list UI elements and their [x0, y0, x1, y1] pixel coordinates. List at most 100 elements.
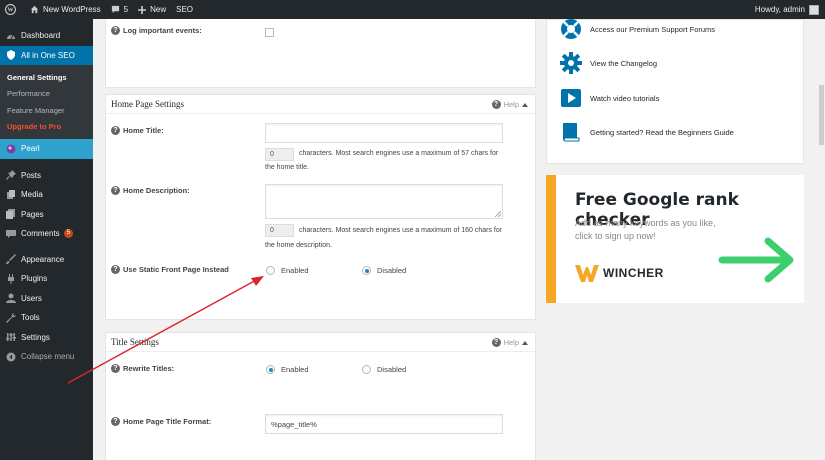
- gear-icon: [560, 52, 582, 74]
- rewrite-titles-enabled-radio[interactable]: Enabled: [266, 365, 309, 374]
- support-links-panel: Access our Premium Support Forums View t…: [546, 19, 804, 164]
- sidebar-item-label: Tools: [21, 313, 40, 323]
- sidebar-item-settings[interactable]: Settings: [0, 328, 93, 348]
- users-icon: [6, 293, 16, 304]
- sidebar-item-appearance[interactable]: Appearance: [0, 250, 93, 270]
- radio-label: Enabled: [281, 266, 309, 275]
- greeting: Howdy, admin: [754, 5, 805, 14]
- help-toggle[interactable]: ? Help: [491, 337, 528, 347]
- site-name: New WordPress: [43, 5, 101, 14]
- account-menu[interactable]: Howdy, admin: [754, 4, 825, 15]
- video-tutorials-link[interactable]: Watch video tutorials: [560, 87, 659, 109]
- submenu-feature-manager[interactable]: Feature Manager: [0, 102, 93, 119]
- plus-icon: [138, 5, 147, 14]
- radio-button[interactable]: [266, 266, 275, 275]
- home-page-title-format-label: Home Page Title Format:: [123, 417, 212, 426]
- help-toggle[interactable]: ? Help: [491, 99, 528, 109]
- log-events-label: Log important events:: [123, 26, 202, 35]
- static-front-page-label: Use Static Front Page Instead: [123, 265, 229, 274]
- rewrite-titles-label: Rewrite Titles:: [123, 364, 175, 373]
- page-scrollbar[interactable]: [818, 19, 825, 460]
- panel-header[interactable]: Title Settings ? Help: [106, 333, 535, 352]
- new-label: New: [150, 5, 167, 14]
- sidebar-item-label: Collapse menu: [21, 352, 75, 362]
- sidebar-item-label: All in One SEO: [21, 50, 75, 60]
- sidebar-item-label: Pages: [21, 209, 44, 219]
- book-icon: [560, 121, 582, 143]
- panel-title: Title Settings: [111, 337, 159, 347]
- sidebar-item-media[interactable]: Media: [0, 185, 93, 205]
- aioseo-icon: [6, 50, 16, 61]
- sidebar-item-comments[interactable]: Comments 5: [0, 224, 93, 244]
- static-front-page-enabled-radio[interactable]: Enabled: [266, 266, 309, 275]
- media-icon: [6, 189, 16, 200]
- wincher-ad-banner[interactable]: Free Google rank checker Add as many key…: [546, 175, 804, 303]
- home-title-char-counter: 0: [265, 148, 294, 161]
- radio-button[interactable]: [362, 365, 371, 374]
- rewrite-titles-option: ? Rewrite Titles:: [111, 364, 174, 373]
- collapse-menu-button[interactable]: Collapse menu: [0, 347, 93, 367]
- submenu-upgrade-to-pro[interactable]: Upgrade to Pro: [0, 119, 93, 136]
- radio-button[interactable]: [266, 365, 275, 374]
- log-events-checkbox[interactable]: [265, 28, 274, 37]
- scrollbar-thumb[interactable]: [819, 85, 824, 145]
- rewrite-titles-disabled-radio[interactable]: Disabled: [362, 365, 406, 374]
- sidebar-item-label: Media: [21, 190, 43, 200]
- new-content-link[interactable]: New: [133, 0, 171, 19]
- home-icon: [30, 5, 39, 14]
- static-front-page-option: ? Use Static Front Page Instead: [111, 265, 229, 274]
- wordpress-logo-icon[interactable]: W: [0, 0, 25, 19]
- sidebar-item-all-in-one-seo[interactable]: All in One SEO: [0, 45, 93, 65]
- sidebar-item-pages[interactable]: Pages: [0, 205, 93, 225]
- wincher-w-icon: [575, 265, 599, 282]
- question-icon[interactable]: ?: [111, 417, 120, 426]
- sidebar-item-posts[interactable]: Posts: [0, 166, 93, 186]
- panel-header[interactable]: Home Page Settings ? Help: [106, 95, 535, 114]
- question-icon[interactable]: ?: [111, 364, 120, 373]
- beginners-guide-link[interactable]: Getting started? Read the Beginners Guid…: [560, 121, 734, 143]
- submenu-general-settings[interactable]: General Settings: [0, 69, 93, 86]
- pin-icon: [6, 170, 16, 181]
- static-front-page-disabled-radio[interactable]: Disabled: [362, 266, 406, 275]
- sidebar-item-label: Dashboard: [21, 31, 61, 41]
- question-icon[interactable]: ?: [111, 126, 120, 135]
- radio-button[interactable]: [362, 266, 371, 275]
- tools-icon: [6, 312, 16, 323]
- question-icon[interactable]: ?: [111, 26, 120, 35]
- sidebar-item-users[interactable]: Users: [0, 289, 93, 309]
- home-title-option: ? Home Title:: [111, 126, 164, 135]
- sidebar-item-pearl[interactable]: Pearl: [0, 139, 93, 159]
- home-page-settings-panel: Home Page Settings ? Help ? Home Title: …: [105, 94, 536, 320]
- seo-menu-link[interactable]: SEO: [171, 0, 198, 19]
- ad-subtitle-line-2: click to sign up now!: [575, 231, 656, 241]
- home-description-option: ? Home Description:: [111, 186, 190, 195]
- ad-subtitle-line-1: Add as many keywords as you like,: [575, 218, 716, 228]
- sidebar-item-plugins[interactable]: Plugins: [0, 269, 93, 289]
- arrow-right-icon: [718, 237, 794, 283]
- panel-title: Home Page Settings: [111, 99, 184, 109]
- avatar: [809, 4, 819, 15]
- plugins-icon: [6, 273, 16, 284]
- resize-handle-icon[interactable]: [495, 211, 501, 217]
- question-icon[interactable]: ?: [111, 265, 120, 274]
- home-description-note-line-1: characters. Most search engines use a ma…: [299, 227, 503, 234]
- title-settings-panel: Title Settings ? Help ? Rewrite Titles: …: [105, 332, 536, 460]
- site-name-link[interactable]: New WordPress: [25, 0, 106, 19]
- admin-sidebar: Dashboard All in One SEO General Setting…: [0, 19, 93, 460]
- help-label: Help: [503, 337, 519, 347]
- question-icon[interactable]: ?: [111, 186, 120, 195]
- home-description-textarea[interactable]: [265, 184, 503, 219]
- lifebuoy-icon: [560, 18, 582, 40]
- submenu-performance[interactable]: Performance: [0, 86, 93, 103]
- dashboard-icon: [6, 31, 16, 41]
- question-icon: ?: [491, 99, 501, 109]
- home-page-title-format-input[interactable]: %page_title%: [265, 414, 503, 434]
- changelog-link[interactable]: View the Changelog: [560, 52, 657, 74]
- sidebar-item-tools[interactable]: Tools: [0, 308, 93, 328]
- home-title-input[interactable]: [265, 123, 503, 143]
- admin-bar: W New WordPress 5 New SEO Howdy, admin: [0, 0, 825, 19]
- comments-link[interactable]: 5: [106, 0, 133, 19]
- logging-panel: ? Log important events:: [105, 19, 536, 88]
- sidebar-item-dashboard[interactable]: Dashboard: [0, 26, 93, 46]
- support-forums-link[interactable]: Access our Premium Support Forums: [560, 18, 715, 40]
